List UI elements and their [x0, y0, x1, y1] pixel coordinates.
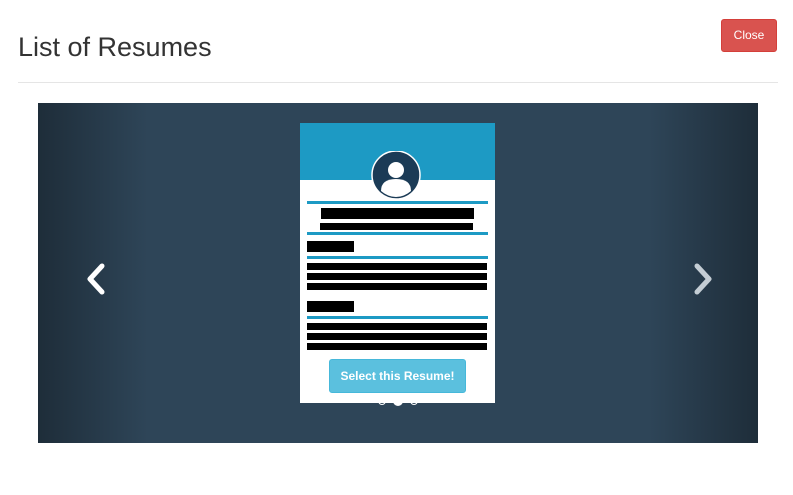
resume-text-line [307, 273, 487, 280]
carousel-indicator[interactable] [378, 397, 386, 405]
resume-divider [307, 256, 488, 259]
resume-text-line [307, 343, 487, 350]
resume-title-bar [320, 223, 473, 230]
carousel-prev-control[interactable] [78, 263, 118, 295]
carousel-next-control[interactable] [683, 263, 723, 295]
resume-section-heading [307, 241, 354, 252]
resume-section-heading [307, 301, 354, 312]
carousel-indicators [375, 396, 421, 407]
resume-text-line [307, 323, 487, 330]
resume-slide: Select this Resume! [300, 123, 495, 403]
select-resume-button[interactable]: Select this Resume! [329, 359, 466, 393]
modal-header: List of Resumes Close [18, 0, 778, 83]
carousel-indicator-active[interactable] [393, 396, 403, 406]
resume-text-line [307, 263, 487, 270]
resume-divider [307, 232, 488, 235]
resume-text-line [307, 283, 487, 290]
modal-title: List of Resumes [18, 32, 212, 62]
resume-divider [307, 201, 488, 204]
resume-divider [307, 316, 488, 319]
user-icon [371, 150, 421, 200]
resume-carousel: Select this Resume! [38, 103, 758, 443]
chevron-right-icon [694, 263, 712, 295]
chevron-left-icon [87, 263, 105, 295]
resume-text-line [307, 333, 487, 340]
close-button[interactable]: Close [721, 19, 777, 52]
carousel-indicator[interactable] [410, 397, 418, 405]
resume-name-bar [321, 208, 474, 219]
avatar [370, 150, 422, 200]
